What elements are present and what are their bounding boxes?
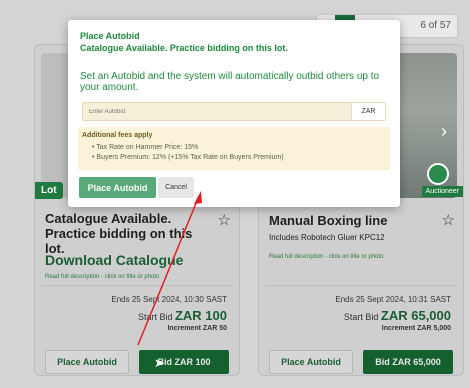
currency-addon: ZAR: [351, 103, 385, 120]
fees-title: Additional fees apply: [82, 132, 153, 139]
pagination-count: 6 of 57: [420, 20, 451, 31]
chevron-right-icon[interactable]: ›: [441, 121, 447, 142]
start-bid-label: Start Bid: [137, 312, 173, 322]
start-bid-label: Start Bid: [343, 312, 379, 322]
lot-ribbon: Lot: [35, 182, 63, 199]
fee-item: Tax Rate on Hammer Price: 15%: [92, 143, 284, 153]
read-more-text: Read full description - click on title o…: [269, 254, 384, 260]
start-bid: Start Bid ZAR 100: [138, 308, 227, 323]
fee-item: Buyers Premium: 12% (+15% Tax Rate on Bu…: [92, 153, 283, 163]
start-bid-value: ZAR 65,000: [380, 308, 451, 323]
fees-notice: Additional fees apply Tax Rate on Hammer…: [78, 127, 390, 170]
bid-increment: Increment ZAR 50: [167, 325, 227, 332]
read-more-text: Read full description - click on title o…: [45, 274, 160, 280]
modal-subtitle: Catalogue Available. Practice bidding on…: [80, 43, 288, 53]
bid-increment: Increment ZAR 5,000: [381, 325, 451, 332]
auctioneer-badge-icon: [427, 163, 449, 185]
lot-subtitle: Includes Robotech Gluer KPC12: [269, 233, 385, 242]
bid-button[interactable]: Bid ZAR 65,000: [363, 350, 453, 374]
autobid-amount-input[interactable]: [83, 103, 351, 120]
divider: [265, 285, 457, 286]
bid-button[interactable]: Bid ZAR 100: [139, 350, 229, 374]
start-bid-value: ZAR 100: [174, 308, 227, 323]
lot-end-time: Ends 25 Sept 2024, 10:30 SAST: [111, 295, 227, 304]
modal-cancel-button[interactable]: Cancel: [158, 177, 194, 198]
autobid-input-group: ZAR: [82, 102, 386, 121]
place-autobid-button[interactable]: Place Autobid: [269, 350, 353, 374]
place-autobid-button[interactable]: Place Autobid: [45, 350, 129, 374]
start-bid: Start Bid ZAR 65,000: [344, 308, 451, 323]
auctioneer-label: Auctioneer: [421, 186, 463, 197]
lot-end-time: Ends 25 Sept 2024, 10:31 SAST: [335, 295, 451, 304]
download-catalogue-link[interactable]: Download Catalogue: [45, 252, 183, 268]
modal-title: Place Autobid: [80, 31, 140, 41]
lot-title[interactable]: Manual Boxing line: [269, 213, 427, 228]
place-autobid-modal: Place Autobid Catalogue Available. Pract…: [68, 20, 400, 207]
divider: [41, 285, 233, 286]
mouse-cursor-icon: ➤: [154, 356, 165, 370]
favourite-star-icon[interactable]: ☆: [442, 211, 455, 229]
favourite-star-icon[interactable]: ☆: [218, 211, 231, 229]
modal-place-autobid-button[interactable]: Place Autobid: [79, 177, 156, 198]
lot-title[interactable]: Catalogue Available. Practice bidding on…: [45, 211, 203, 256]
fees-list: Tax Rate on Hammer Price: 15% Buyers Pre…: [92, 143, 284, 163]
modal-description: Set an Autobid and the system will autom…: [80, 71, 380, 93]
